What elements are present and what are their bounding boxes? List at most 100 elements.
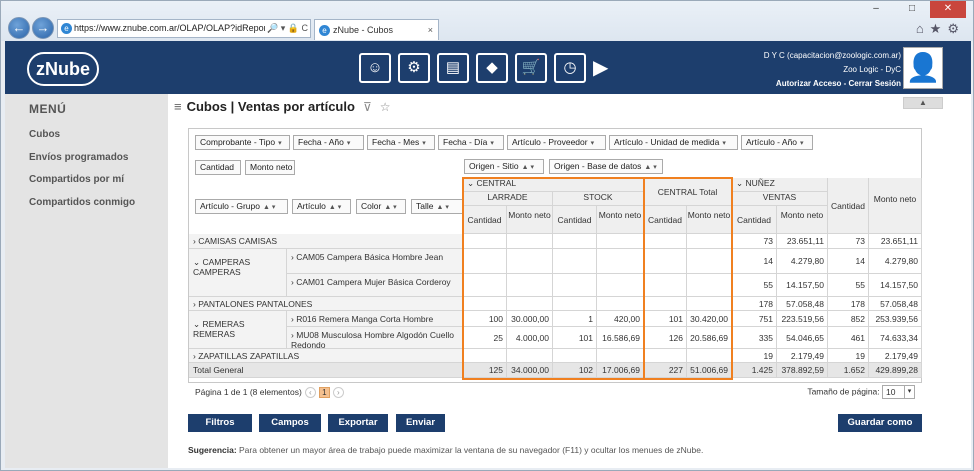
data-field-monto-label: Monto neto: [250, 162, 293, 172]
column-field-base[interactable]: Origen - Base de datos ▲ ▾: [549, 159, 663, 174]
table-cell: [597, 274, 644, 297]
table-cell: 178: [732, 297, 777, 311]
sort-arrow-icon[interactable]: ▲ ▾: [384, 204, 396, 211]
row-field-0[interactable]: Artículo - Grupo ▲ ▾: [195, 199, 288, 214]
sort-arrow-icon[interactable]: ▾: [490, 140, 494, 147]
row-field-3[interactable]: Talle ▲ ▾: [411, 199, 463, 214]
table-cell: 1: [553, 311, 597, 327]
pager-prev-button[interactable]: ‹: [304, 387, 316, 399]
row-article-header[interactable]: › CAM01 Campera Mujer Básica Corderoy: [287, 274, 463, 297]
filter-field-3[interactable]: Fecha - Día ▾: [438, 135, 504, 150]
module-icon-0[interactable]: ☺: [359, 53, 391, 83]
col-header-nunez[interactable]: ⌄ NUÑEZ: [732, 178, 828, 192]
total-cell: 17.006,69: [597, 363, 644, 378]
table-cell: 55: [732, 274, 777, 297]
table-cell: [687, 297, 732, 311]
exportar-button[interactable]: Exportar: [328, 414, 388, 432]
main-content: ≡ Cubos | Ventas por artículo ⊽ ☆ ▲ Comprob…: [168, 94, 971, 468]
znube-logo[interactable]: zNube: [27, 52, 99, 86]
table-cell: 4.279,80: [777, 249, 828, 274]
row-group-header[interactable]: › CAMISAS CAMISAS: [189, 234, 463, 249]
campos-button[interactable]: Campos: [259, 414, 321, 432]
row-group-header[interactable]: › PANTALONES PANTALONES: [189, 297, 463, 311]
address-bar[interactable]: e https://www.znube.com.ar/OLAP/OLAP?idR…: [57, 19, 311, 38]
close-button[interactable]: ✕: [930, 1, 966, 18]
star-icon[interactable]: ☆: [380, 100, 391, 114]
address-controls[interactable]: 🔎 ▾ 🔒 C: [265, 20, 308, 37]
filter-icon[interactable]: ⊽: [363, 100, 372, 114]
row-article-header[interactable]: › MU08 Musculosa Hombre Algodón Cuello R…: [287, 327, 463, 349]
module-icon-2[interactable]: ▤: [437, 53, 469, 83]
row-article-header[interactable]: › CAM05 Campera Básica Hombre Jean: [287, 249, 463, 274]
guardar-como-button[interactable]: Guardar como: [838, 414, 922, 432]
filter-field-6[interactable]: Artículo - Año ▾: [741, 135, 813, 150]
col-header-central[interactable]: ⌄ CENTRAL: [463, 178, 644, 192]
enviar-button[interactable]: Enviar: [396, 414, 445, 432]
chevron-down-icon[interactable]: ▾: [904, 386, 914, 398]
sidebar-item-compartidos-por-mi[interactable]: Compartidos por mí: [29, 174, 124, 185]
browser-tools-icons[interactable]: ⌂★⚙: [916, 21, 965, 37]
sort-arrow-icon[interactable]: ▲ ▾: [644, 164, 656, 171]
column-field-base-label: Origen - Base de datos: [554, 161, 642, 171]
sort-arrow-icon[interactable]: ▾: [591, 140, 595, 147]
module-icon-4[interactable]: 🛒: [515, 53, 547, 83]
avatar[interactable]: 👤: [903, 47, 943, 89]
filter-field-5[interactable]: Artículo - Unidad de medida ▾: [609, 135, 738, 150]
sort-arrow-icon[interactable]: ▾: [722, 140, 726, 147]
sort-arrow-icon[interactable]: ▲ ▾: [522, 164, 534, 171]
data-field-monto[interactable]: Monto neto: [245, 160, 295, 175]
page-size-select[interactable]: 10 ▾: [882, 385, 915, 399]
table-cell: 461: [828, 327, 869, 349]
module-icons: ☺ ⚙ ▤ ◆ 🛒 ◷ ▶: [359, 53, 608, 83]
table-cell: 73: [732, 234, 777, 249]
table-cell: 4.000,00: [507, 327, 553, 349]
more-modules-arrow-icon[interactable]: ▶: [593, 53, 608, 83]
total-cell: 1.652: [828, 363, 869, 378]
hamburger-icon[interactable]: ≡: [174, 99, 182, 114]
sort-arrow-icon[interactable]: ▾: [347, 140, 351, 147]
authorize-link[interactable]: Autorizar Acceso: [776, 79, 842, 88]
module-icon-3[interactable]: ◆: [476, 53, 508, 83]
filtros-button[interactable]: Filtros: [188, 414, 252, 432]
minimize-button[interactable]: –: [858, 1, 894, 18]
sidebar-item-cubos[interactable]: Cubos: [29, 129, 60, 140]
hint-text: Sugerencia: Para obtener un mayor área d…: [188, 445, 703, 455]
back-button[interactable]: ←: [8, 17, 30, 39]
filter-field-1[interactable]: Fecha - Año ▾: [293, 135, 364, 150]
row-group-header[interactable]: ⌄ REMERAS REMERAS: [189, 311, 287, 349]
table-cell: [553, 249, 597, 274]
data-field-cantidad[interactable]: Cantidad: [195, 160, 241, 175]
pager-next-button[interactable]: ›: [332, 387, 344, 399]
browser-tab[interactable]: e zNube - Cubos ×: [314, 19, 439, 40]
logout-link[interactable]: Cerrar Sesión: [849, 79, 901, 88]
table-cell: [507, 349, 553, 363]
sort-arrow-icon[interactable]: ▲ ▾: [436, 204, 448, 211]
column-field-sitio[interactable]: Origen - Sitio ▲ ▾: [464, 159, 544, 174]
row-article-header[interactable]: › R016 Remera Manga Corta Hombre: [287, 311, 463, 327]
sort-arrow-icon[interactable]: ▾: [800, 140, 804, 147]
maximize-button[interactable]: □: [894, 1, 930, 18]
sidebar-item-envios[interactable]: Envíos programados: [29, 152, 128, 163]
filter-field-6-label: Artículo - Año: [746, 137, 798, 147]
sort-arrow-icon[interactable]: ▲ ▾: [329, 204, 341, 211]
pivot-grid: Comprobante - Tipo ▾ Fecha - Año ▾ Fecha - M…: [188, 128, 922, 399]
row-field-1[interactable]: Artículo ▲ ▾: [292, 199, 351, 214]
row-group-header[interactable]: › ZAPATILLAS ZAPATILLAS: [189, 349, 463, 363]
browser-window: – □ ✕ ← → e https://www.znube.com.ar/OLA…: [0, 0, 974, 471]
sidebar-item-compartidos-conmigo[interactable]: Compartidos conmigo: [29, 197, 135, 208]
forward-button[interactable]: →: [32, 17, 54, 39]
collapse-header-button[interactable]: ▲: [903, 97, 943, 109]
sort-arrow-icon[interactable]: ▾: [422, 140, 426, 147]
module-icon-1[interactable]: ⚙: [398, 53, 430, 83]
table-cell: 4.279,80: [869, 249, 922, 274]
tab-close-icon[interactable]: ×: [428, 20, 433, 40]
row-group-header[interactable]: ⌄ CAMPERAS CAMPERAS: [189, 249, 287, 297]
module-icon-5[interactable]: ◷: [554, 53, 586, 83]
filter-field-0[interactable]: Comprobante - Tipo ▾: [195, 135, 290, 150]
filter-field-2[interactable]: Fecha - Mes ▾: [367, 135, 435, 150]
row-field-2[interactable]: Color ▲ ▾: [356, 199, 406, 214]
sort-arrow-icon[interactable]: ▾: [278, 140, 282, 147]
pager-current-page[interactable]: 1: [318, 387, 330, 399]
sort-arrow-icon[interactable]: ▲ ▾: [263, 204, 275, 211]
filter-field-4[interactable]: Artículo - Proveedor ▾: [507, 135, 606, 150]
